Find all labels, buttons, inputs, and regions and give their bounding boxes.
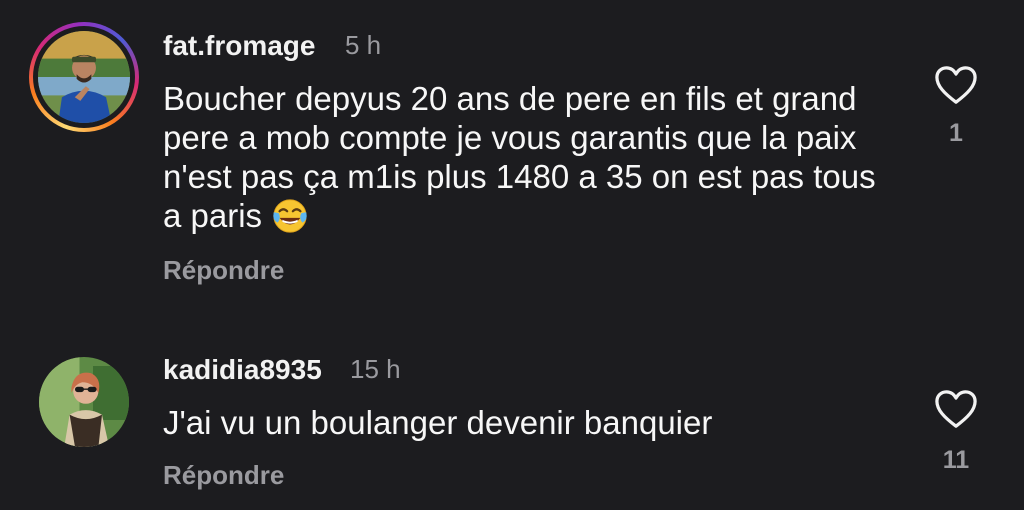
comment-body: Boucher depyus 20 ans de pere en fils et… xyxy=(163,80,876,234)
avatar-image xyxy=(38,31,130,123)
avatar[interactable] xyxy=(38,31,130,123)
face-with-tears-of-joy-icon xyxy=(271,197,309,235)
comment-body: J'ai vu un boulanger devenir banquier xyxy=(163,404,713,441)
heart-outline-icon[interactable] xyxy=(933,64,979,106)
reply-button[interactable]: Répondre xyxy=(163,255,284,286)
comment-timestamp: 5 h xyxy=(345,30,382,60)
comment-text: J'ai vu un boulanger devenir banquier xyxy=(163,403,883,442)
comment-username[interactable]: kadidia8935 xyxy=(163,354,322,386)
comment-timestamp: 15 h xyxy=(350,354,401,384)
heart-outline-icon[interactable] xyxy=(933,388,979,430)
reply-button[interactable]: Répondre xyxy=(163,460,284,491)
avatar-image xyxy=(39,357,129,447)
comment-username[interactable]: fat.fromage xyxy=(163,30,315,62)
story-ring[interactable] xyxy=(29,22,139,132)
like-count: 11 xyxy=(942,446,970,474)
comment-text: Boucher depyus 20 ans de pere en fils et… xyxy=(163,79,883,235)
avatar[interactable] xyxy=(39,357,129,447)
like-count: 1 xyxy=(949,119,963,147)
